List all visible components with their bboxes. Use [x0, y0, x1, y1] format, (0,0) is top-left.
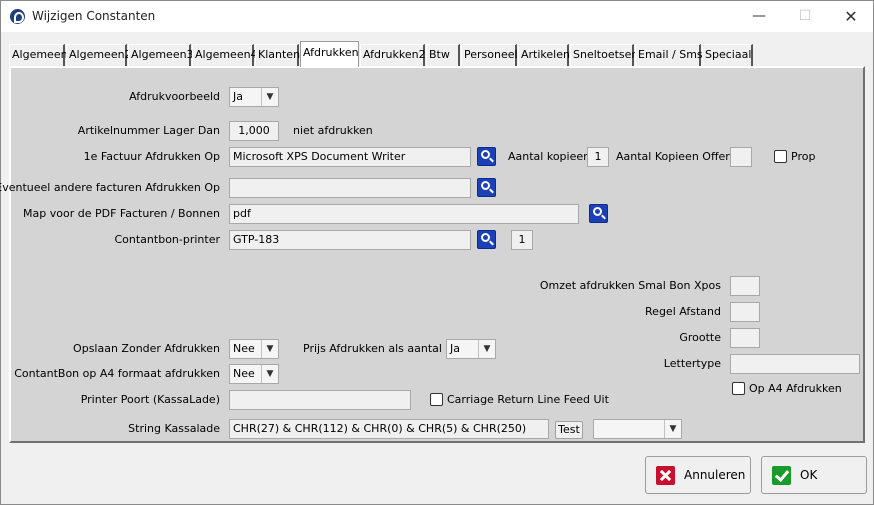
contantbon-printer-search-button[interactable] — [477, 230, 496, 249]
string-kassalade-label: String Kassalade — [128, 422, 220, 435]
prop-label: Prop — [791, 150, 816, 163]
andere-facturen-input[interactable] — [229, 178, 471, 198]
prijs-afdrukken-select[interactable]: Ja ▼ — [446, 339, 496, 359]
minimize-button[interactable]: — — [736, 1, 782, 32]
chevron-down-icon: ▼ — [261, 88, 278, 106]
lettertype-label: Lettertype — [663, 357, 721, 370]
regel-afstand-input[interactable] — [730, 302, 760, 322]
window-title: Wijzigen Constanten — [32, 9, 156, 23]
chevron-down-icon: ▼ — [261, 365, 278, 383]
kassalade-select[interactable]: ▼ — [593, 419, 682, 439]
afdrukvoorbeeld-label: Afdrukvoorbeeld — [129, 90, 220, 103]
pdf-map-label: Map voor de PDF Facturen / Bonnen — [23, 207, 220, 220]
cancel-button-label: Annuleren — [684, 468, 746, 482]
omzet-afdrukken-label: Omzet afdrukken Smal Bon Xpos — [539, 279, 721, 292]
dialog-window: Wijzigen Constanten — ☐ ✕ Algemeen Algem… — [0, 0, 874, 505]
contantbon-a4-value: Nee — [233, 367, 255, 380]
tab-artikelen[interactable]: Artikelen — [518, 44, 570, 66]
tab-personeel[interactable]: Personeel — [461, 44, 518, 66]
cancel-button[interactable]: Annuleren — [645, 456, 751, 494]
aantal-kopieen-offerte-input[interactable] — [730, 147, 752, 167]
tab-speciaal[interactable]: Speciaal — [702, 44, 753, 66]
maximize-button[interactable]: ☐ — [782, 1, 828, 32]
carriage-return-label: Carriage Return Line Feed Uit — [447, 393, 609, 406]
tab-panel-afdrukken: Afdrukvoorbeeld Ja ▼ Artikelnummer Lager… — [0, 66, 865, 443]
chevron-down-icon: ▼ — [664, 420, 681, 438]
opslaan-zonder-value: Nee — [233, 342, 255, 355]
tab-algemeen2[interactable]: Algemeen2 — [66, 44, 132, 66]
factuur1-label: 1e Factuur Afdrukken Op — [83, 150, 220, 163]
checkmark-icon — [772, 466, 791, 485]
prijs-afdrukken-label: Prijs Afdrukken als aantal is 1 — [303, 342, 465, 355]
aantal-kopieen-input[interactable]: 1 — [587, 147, 609, 167]
afdrukvoorbeeld-value: Ja — [233, 90, 243, 103]
factuur1-search-button[interactable] — [477, 147, 496, 166]
chevron-down-icon: ▼ — [261, 340, 278, 358]
title-bar: Wijzigen Constanten — ☐ ✕ — [1, 1, 873, 32]
andere-facturen-search-button[interactable] — [477, 178, 496, 197]
test-button[interactable]: Test — [555, 421, 583, 439]
regel-afstand-label: Regel Afstand — [645, 305, 721, 318]
tab-afdrukken2[interactable]: Afdrukken2 — [360, 44, 426, 66]
chevron-down-icon: ▼ — [478, 340, 495, 358]
op-a4-checkbox[interactable] — [732, 382, 745, 395]
artikelnummer-input[interactable]: 1,000 — [229, 121, 279, 141]
tab-klanten[interactable]: Klanten — [255, 44, 300, 66]
tab-btw[interactable]: Btw — [426, 44, 460, 66]
tab-email-sms[interactable]: Email / Sms — [635, 44, 703, 66]
app-logo-icon — [10, 9, 25, 24]
contantbon-a4-label: ContantBon op A4 formaat afdrukken — [14, 367, 220, 380]
pdf-map-search-button[interactable] — [589, 204, 608, 223]
opslaan-zonder-select[interactable]: Nee ▼ — [229, 339, 279, 359]
prop-checkbox[interactable] — [774, 150, 787, 163]
string-kassalade-input[interactable]: CHR(27) & CHR(112) & CHR(0) & CHR(5) & C… — [229, 419, 549, 439]
contantbon-a4-select[interactable]: Nee ▼ — [229, 364, 279, 384]
tab-afdrukken[interactable]: Afdrukken — [300, 41, 359, 67]
artikelnummer-label: Artikelnummer Lager Dan — [77, 124, 220, 137]
tab-algemeen4[interactable]: Algemeen4 — [192, 44, 258, 66]
carriage-return-checkbox[interactable] — [430, 393, 443, 406]
contantbon-count-input[interactable]: 1 — [511, 230, 533, 250]
afdrukvoorbeeld-select[interactable]: Ja ▼ — [229, 87, 279, 107]
op-a4-label: Op A4 Afdrukken — [749, 382, 842, 395]
printer-poort-label: Printer Poort (KassaLade) — [80, 393, 220, 406]
contantbon-printer-label: Contantbon-printer — [114, 233, 220, 246]
aantal-kopieen-offerte-label: Aantal Kopieen Offerte — [616, 150, 741, 163]
opslaan-zonder-label: Opslaan Zonder Afdrukken — [73, 342, 220, 355]
grootte-input[interactable] — [730, 328, 760, 348]
tab-algemeen3[interactable]: Algemeen3 — [128, 44, 194, 66]
factuur1-printer-input[interactable]: Microsoft XPS Document Writer — [229, 147, 471, 167]
pdf-map-input[interactable]: pdf — [229, 204, 579, 224]
ok-button-label: OK — [800, 468, 818, 482]
printer-poort-input[interactable] — [229, 390, 411, 410]
artikelnummer-suffix: niet afdrukken — [293, 124, 373, 137]
cancel-icon — [656, 466, 675, 485]
prijs-afdrukken-value: Ja — [450, 342, 460, 355]
andere-facturen-label: Eventueel andere facturen Afdrukken Op — [0, 181, 220, 194]
contantbon-printer-input[interactable]: GTP-183 — [229, 230, 471, 250]
close-button[interactable]: ✕ — [828, 1, 874, 32]
aantal-kopieen-label: Aantal kopieen — [508, 150, 591, 163]
grootte-label: Grootte — [679, 331, 721, 344]
tab-sneltoetsen[interactable]: Sneltoetsen — [570, 44, 638, 66]
tab-algemeen[interactable]: Algemeen — [9, 44, 68, 66]
omzet-afdrukken-input[interactable] — [730, 276, 760, 296]
lettertype-input[interactable] — [730, 354, 860, 374]
ok-button[interactable]: OK — [761, 456, 867, 494]
